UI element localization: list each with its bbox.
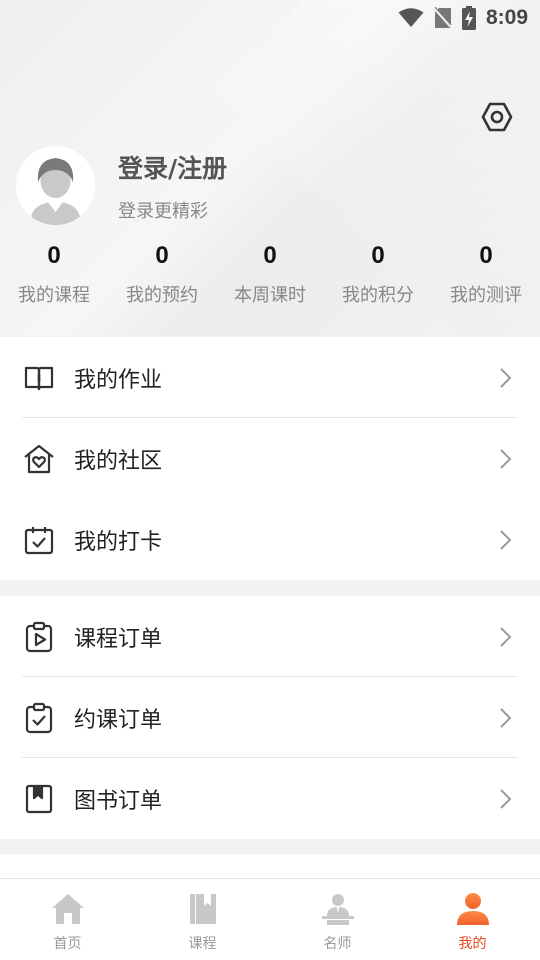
tab-courses[interactable]: 课程: [135, 879, 270, 960]
book-icon: [23, 362, 55, 394]
chevron-right-icon: [500, 529, 512, 550]
menu-label: 约课订单: [74, 707, 163, 733]
chevron-right-icon: [500, 448, 512, 469]
avatar[interactable]: [16, 146, 95, 225]
menu-item-homework[interactable]: 我的作业: [0, 337, 540, 418]
menu-label: 我的社区: [74, 448, 163, 474]
tab-home[interactable]: 首页: [0, 879, 135, 960]
status-bar: 8:09: [0, 0, 540, 36]
home-heart-icon: [23, 443, 55, 475]
chevron-right-icon: [500, 626, 512, 647]
menu-label: 我的作业: [74, 367, 163, 393]
calendar-check-icon: [23, 524, 55, 556]
stat-my-courses[interactable]: 0 我的课程: [0, 242, 108, 307]
stat-value: 0: [479, 242, 493, 269]
bottom-tab-bar: 首页 课程 名师 我的: [0, 878, 540, 960]
wifi-icon: [398, 8, 424, 27]
stat-my-assessments[interactable]: 0 我的测评: [432, 242, 540, 307]
stat-value: 0: [263, 242, 277, 269]
tab-label: 名师: [323, 936, 352, 952]
clipboard-check-icon: [23, 702, 55, 734]
stat-label: 我的课程: [18, 285, 90, 306]
menu-item-course-orders[interactable]: 课程订单: [0, 596, 540, 677]
menu-group-more: [0, 854, 540, 878]
gear-icon: [481, 102, 513, 132]
menu-item-booking-orders[interactable]: 约课订单: [0, 677, 540, 758]
menu-label: 我的打卡: [74, 529, 163, 555]
stat-label: 本周课时: [234, 285, 306, 306]
stat-value: 0: [371, 242, 385, 269]
stats-row: 0 我的课程 0 我的预约 0 本周课时 0 我的积分 0 我的测评: [0, 242, 540, 307]
clipboard-play-icon: [23, 621, 55, 653]
stat-my-reservations[interactable]: 0 我的预约: [108, 242, 216, 307]
menu-item-book-orders[interactable]: 图书订单: [0, 758, 540, 839]
profile-header: 8:09 登录/注册 登录更精彩 0 我的课程 0 我的预约 0 本周课时 0 …: [0, 0, 540, 336]
stat-label: 我的测评: [450, 285, 522, 306]
user-icon: [455, 891, 491, 927]
stat-value: 0: [155, 242, 169, 269]
bookmark-icon: [23, 783, 55, 815]
settings-button[interactable]: [476, 96, 518, 138]
menu-label: 课程订单: [74, 626, 163, 652]
chevron-right-icon: [500, 707, 512, 728]
status-time: 8:09: [485, 6, 528, 29]
tab-mine[interactable]: 我的: [405, 879, 540, 960]
stat-my-points[interactable]: 0 我的积分: [324, 242, 432, 307]
stat-value: 0: [47, 242, 61, 269]
home-icon: [50, 891, 86, 927]
chevron-right-icon: [500, 788, 512, 809]
profile-section: 登录/注册 登录更精彩: [16, 146, 227, 225]
chevron-right-icon: [500, 367, 512, 388]
login-register-link[interactable]: 登录/注册: [118, 149, 227, 185]
menu-item-checkin[interactable]: 我的打卡: [0, 499, 540, 580]
menu-group-orders: 课程订单 约课订单 图书订单: [0, 596, 540, 839]
default-avatar-icon: [16, 146, 95, 225]
teacher-icon: [320, 891, 356, 927]
menu-label: 图书订单: [74, 788, 163, 814]
menu-item-community[interactable]: 我的社区: [0, 418, 540, 499]
login-subtitle: 登录更精彩: [118, 200, 208, 222]
tab-label: 首页: [53, 936, 82, 952]
book-stack-icon: [185, 891, 221, 927]
battery-charging-icon: [461, 6, 476, 30]
menu-group-activities: 我的作业 我的社区 我的打卡: [0, 337, 540, 580]
stat-label: 我的预约: [126, 285, 198, 306]
tab-teachers[interactable]: 名师: [270, 879, 405, 960]
stat-weekly-hours[interactable]: 0 本周课时: [216, 242, 324, 307]
tab-label: 课程: [188, 936, 217, 952]
tab-label: 我的: [458, 936, 487, 952]
no-sim-icon: [434, 7, 452, 28]
stat-label: 我的积分: [342, 285, 414, 306]
